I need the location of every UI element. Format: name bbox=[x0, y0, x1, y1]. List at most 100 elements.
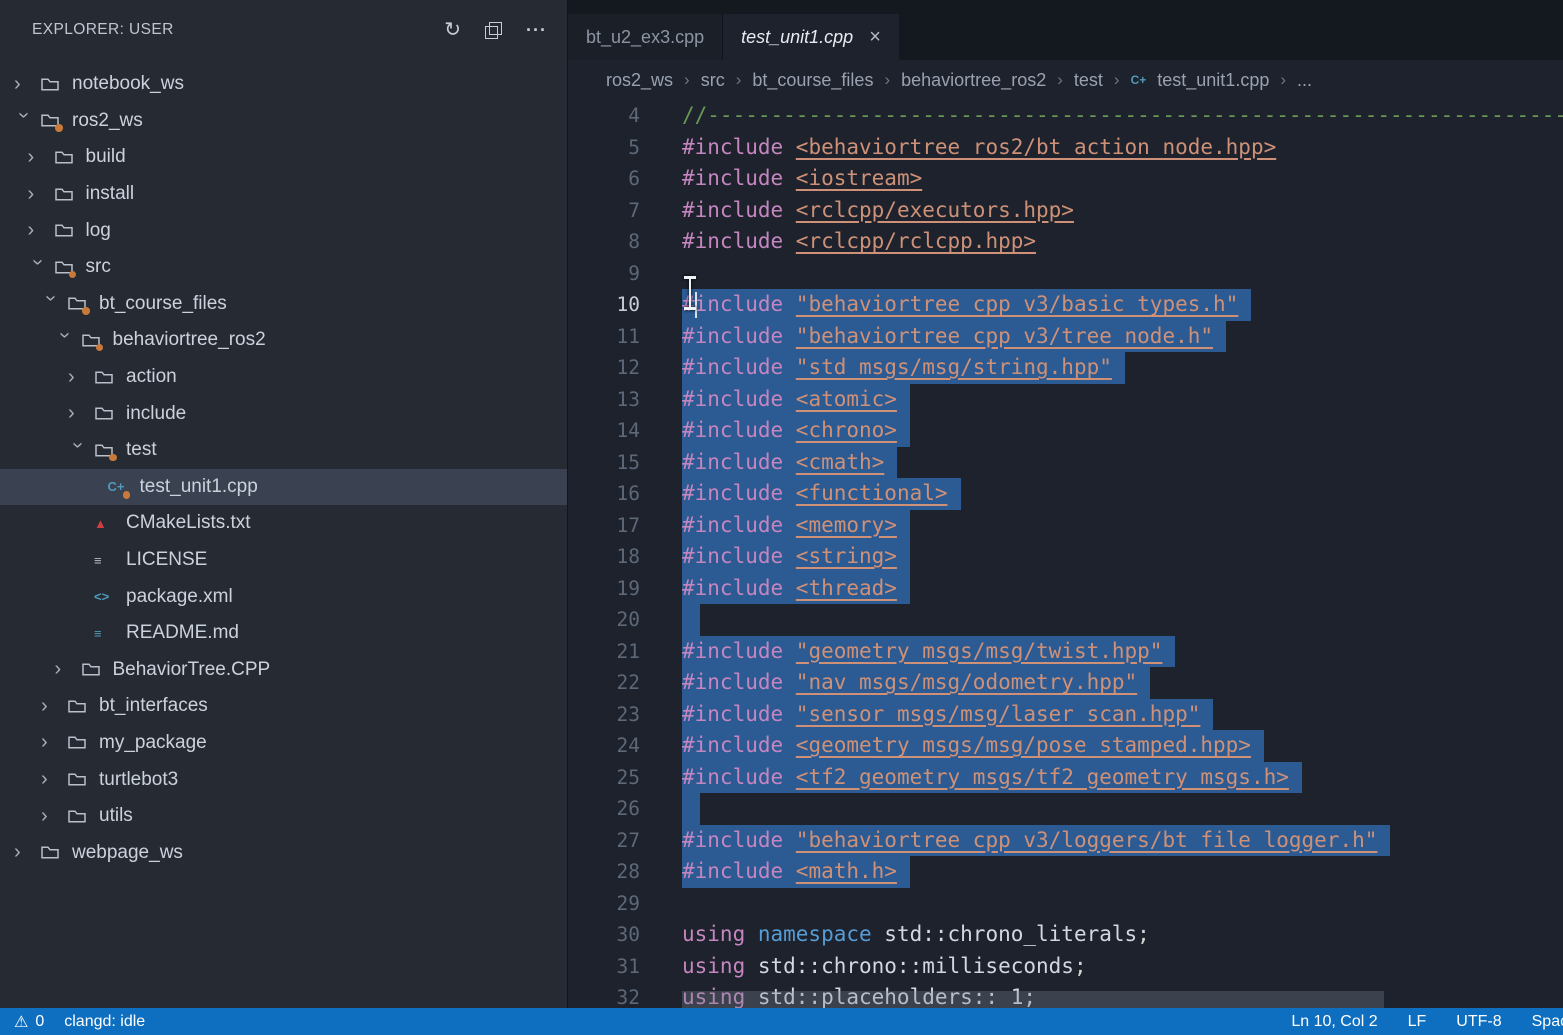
chevron-right-icon[interactable]: › bbox=[68, 402, 94, 425]
code-line-30[interactable]: 30using namespace std::chrono_literals; bbox=[568, 919, 1563, 951]
chevron-right-icon[interactable]: › bbox=[41, 731, 67, 754]
chevron-down-icon[interactable]: › bbox=[12, 112, 35, 138]
code-line-31[interactable]: 31using std::chrono::milliseconds; bbox=[568, 951, 1563, 983]
code-line-23[interactable]: 23#include "sensor_msgs/msg/laser_scan.h… bbox=[568, 699, 1563, 731]
code-editor[interactable]: 4//-------------------------------------… bbox=[568, 100, 1563, 1008]
chevron-right-icon[interactable]: › bbox=[28, 183, 54, 206]
tree-item-behaviortree-ros2[interactable]: ›behaviortree_ros2 bbox=[0, 322, 567, 359]
tab-bt_u2_ex3-cpp[interactable]: bt_u2_ex3.cpp bbox=[568, 14, 723, 60]
breadcrumb-item[interactable]: ... bbox=[1297, 70, 1312, 91]
code-line-11[interactable]: 11#include "behaviortree_cpp_v3/tree_nod… bbox=[568, 321, 1563, 353]
code-line-26[interactable]: 26 bbox=[568, 793, 1563, 825]
tree-item-src[interactable]: ›src bbox=[0, 249, 567, 286]
line-number: 15 bbox=[568, 447, 640, 479]
code-line-19[interactable]: 19#include <thread> bbox=[568, 573, 1563, 605]
line-number: 13 bbox=[568, 384, 640, 416]
code-line-8[interactable]: 8#include <rclcpp/rclcpp.hpp> bbox=[568, 226, 1563, 258]
chevron-down-icon[interactable]: › bbox=[26, 259, 49, 285]
code-line-20[interactable]: 20 bbox=[568, 604, 1563, 636]
tree-item-install[interactable]: ›install bbox=[0, 176, 567, 213]
tree-item-test[interactable]: ›test bbox=[0, 432, 567, 469]
more-actions-button[interactable]: ··· bbox=[526, 21, 547, 39]
code-line-24[interactable]: 24#include <geometry_msgs/msg/pose_stamp… bbox=[568, 730, 1563, 762]
eol-indicator[interactable]: LF bbox=[1408, 1013, 1427, 1031]
problems-indicator[interactable]: ⚠ 0 bbox=[14, 1012, 44, 1032]
code-line-16[interactable]: 16#include <functional> bbox=[568, 478, 1563, 510]
chevron-right-icon[interactable]: › bbox=[41, 768, 67, 791]
code-line-5[interactable]: 5#include <behaviortree_ros2/bt_action_n… bbox=[568, 132, 1563, 164]
code-line-6[interactable]: 6#include <iostream> bbox=[568, 163, 1563, 195]
chevron-right-icon[interactable]: › bbox=[55, 658, 81, 681]
code-line-10[interactable]: 10#include "behaviortree_cpp_v3/basic_ty… bbox=[568, 289, 1563, 321]
encoding-indicator[interactable]: UTF-8 bbox=[1456, 1013, 1501, 1031]
open-editors-button[interactable] bbox=[485, 22, 502, 39]
tree-item-package-xml[interactable]: <>package.xml bbox=[0, 578, 567, 615]
tree-item-my-package[interactable]: ›my_package bbox=[0, 725, 567, 762]
breadcrumb-item[interactable]: bt_course_files bbox=[752, 70, 873, 91]
code-line-27[interactable]: 27#include "behaviortree_cpp_v3/loggers/… bbox=[568, 825, 1563, 857]
breadcrumb-item[interactable]: test bbox=[1074, 70, 1103, 91]
code-line-15[interactable]: 15#include <cmath> bbox=[568, 447, 1563, 479]
code-line-9[interactable]: 9 bbox=[568, 258, 1563, 290]
editor-area: bt_u2_ex3.cpp test_unit1.cpp × ros2_ws›s… bbox=[568, 0, 1563, 1008]
tree-item-ros2-ws[interactable]: ›ros2_ws bbox=[0, 103, 567, 140]
tree-item-test-unit1-cpp[interactable]: C+test_unit1.cpp bbox=[0, 469, 567, 506]
tree-item-label: webpage_ws bbox=[72, 842, 183, 864]
folder-icon bbox=[40, 844, 72, 861]
breadcrumb-item[interactable]: ros2_ws bbox=[606, 70, 673, 91]
language-server-status[interactable]: clangd: idle bbox=[64, 1013, 145, 1031]
line-number: 5 bbox=[568, 132, 640, 164]
chevron-down-icon[interactable]: › bbox=[39, 295, 62, 321]
tree-item-action[interactable]: ›action bbox=[0, 359, 567, 396]
chevron-right-icon[interactable]: › bbox=[14, 73, 40, 96]
tree-item-turtlebot3[interactable]: ›turtlebot3 bbox=[0, 761, 567, 798]
line-text: #include "std_msgs/msg/string.hpp" bbox=[682, 352, 1112, 384]
chevron-down-icon[interactable]: › bbox=[53, 332, 76, 358]
breadcrumb-item[interactable]: test_unit1.cpp bbox=[1157, 70, 1269, 91]
tree-item-build[interactable]: ›build bbox=[0, 139, 567, 176]
tree-item-notebook-ws[interactable]: ›notebook_ws bbox=[0, 66, 567, 103]
git-modified-dot bbox=[82, 307, 90, 315]
tree-item-utils[interactable]: ›utils bbox=[0, 798, 567, 835]
code-line-14[interactable]: 14#include <chrono> bbox=[568, 415, 1563, 447]
code-line-4[interactable]: 4//-------------------------------------… bbox=[568, 100, 1563, 132]
code-line-28[interactable]: 28#include <math.h> bbox=[568, 856, 1563, 888]
code-line-22[interactable]: 22#include "nav_msgs/msg/odometry.hpp" bbox=[568, 667, 1563, 699]
chevron-down-icon[interactable]: › bbox=[66, 442, 89, 468]
line-number: 17 bbox=[568, 510, 640, 542]
chevron-right-icon[interactable]: › bbox=[68, 366, 94, 389]
code-line-17[interactable]: 17#include <memory> bbox=[568, 510, 1563, 542]
tree-item-license[interactable]: ≡LICENSE bbox=[0, 542, 567, 579]
tree-item-cmakelists-txt[interactable]: ▲CMakeLists.txt bbox=[0, 505, 567, 542]
chevron-right-icon[interactable]: › bbox=[41, 805, 67, 828]
chevron-right-icon[interactable]: › bbox=[14, 841, 40, 864]
close-icon[interactable]: × bbox=[869, 26, 881, 49]
tree-item-include[interactable]: ›include bbox=[0, 395, 567, 432]
tree-item-bt-interfaces[interactable]: ›bt_interfaces bbox=[0, 688, 567, 725]
indentation-indicator[interactable]: Spaces bbox=[1532, 1013, 1563, 1031]
tree-item-log[interactable]: ›log bbox=[0, 212, 567, 249]
code-line-29[interactable]: 29 bbox=[568, 888, 1563, 920]
code-line-21[interactable]: 21#include "geometry_msgs/msg/twist.hpp" bbox=[568, 636, 1563, 668]
chevron-right-icon[interactable]: › bbox=[41, 695, 67, 718]
code-line-7[interactable]: 7#include <rclcpp/executors.hpp> bbox=[568, 195, 1563, 227]
chevron-right-icon[interactable]: › bbox=[28, 219, 54, 242]
chevron-right-icon[interactable]: › bbox=[28, 146, 54, 169]
horizontal-scrollbar[interactable] bbox=[682, 991, 1384, 1008]
cursor-position[interactable]: Ln 10, Col 2 bbox=[1291, 1013, 1377, 1031]
tab-test_unit1-cpp[interactable]: test_unit1.cpp × bbox=[723, 14, 899, 60]
tree-item-behaviortree-cpp[interactable]: ›BehaviorTree.CPP bbox=[0, 652, 567, 689]
tree-item-webpage-ws[interactable]: › webpage_ws bbox=[0, 834, 567, 871]
tree-item-readme-md[interactable]: ≡README.md bbox=[0, 615, 567, 652]
breadcrumb-item[interactable]: behaviortree_ros2 bbox=[901, 70, 1046, 91]
refresh-explorer-button[interactable]: ↻ bbox=[444, 20, 461, 40]
breadcrumb-item[interactable]: src bbox=[701, 70, 725, 91]
code-line-25[interactable]: 25#include <tf2_geometry_msgs/tf2_geomet… bbox=[568, 762, 1563, 794]
code-line-13[interactable]: 13#include <atomic> bbox=[568, 384, 1563, 416]
tree-item-bt-course-files[interactable]: ›bt_course_files bbox=[0, 286, 567, 323]
code-line-12[interactable]: 12#include "std_msgs/msg/string.hpp" bbox=[568, 352, 1563, 384]
line-text: #include "behaviortree_cpp_v3/loggers/bt… bbox=[682, 825, 1377, 857]
folder-icon bbox=[40, 76, 72, 93]
code-line-18[interactable]: 18#include <string> bbox=[568, 541, 1563, 573]
line-number: 19 bbox=[568, 573, 640, 605]
